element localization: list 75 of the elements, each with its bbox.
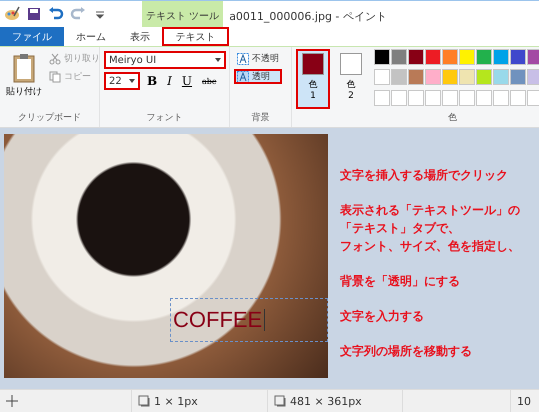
empty-palette-swatch[interactable] bbox=[493, 90, 509, 106]
palette-swatch[interactable] bbox=[527, 49, 539, 65]
move-icon bbox=[6, 395, 18, 407]
selection-icon bbox=[138, 395, 150, 407]
palette-swatch[interactable] bbox=[510, 69, 526, 86]
annotation-text: 「テキスト」タブで、 bbox=[340, 220, 460, 237]
palette-swatch[interactable] bbox=[459, 69, 475, 86]
caret-icon bbox=[215, 58, 221, 62]
selection-icon bbox=[274, 395, 286, 407]
palette-swatch[interactable] bbox=[493, 49, 509, 65]
undo-icon[interactable] bbox=[48, 6, 64, 22]
empty-palette-swatch[interactable] bbox=[425, 90, 441, 106]
paint-palette-icon[interactable] bbox=[4, 6, 20, 22]
palette-swatch[interactable] bbox=[493, 69, 509, 86]
caret-icon bbox=[129, 79, 135, 83]
palette-swatch[interactable] bbox=[442, 69, 458, 86]
ribbon-tab[interactable]: テキスト bbox=[162, 27, 229, 46]
context-tab-header: テキスト ツール bbox=[142, 1, 224, 27]
palette-swatch[interactable] bbox=[527, 69, 539, 86]
empty-palette-swatch[interactable] bbox=[391, 90, 407, 106]
empty-palette-swatch[interactable] bbox=[527, 90, 539, 106]
copy-icon bbox=[49, 70, 61, 82]
palette-swatch[interactable] bbox=[408, 69, 424, 86]
ribbon-tab[interactable]: ホーム bbox=[64, 27, 118, 46]
empty-palette-swatch[interactable] bbox=[476, 90, 492, 106]
empty-palette-swatch[interactable] bbox=[442, 90, 458, 106]
group-label: 背景 bbox=[250, 112, 270, 125]
selection-size-text: 1 × 1px bbox=[154, 394, 198, 408]
redo-icon[interactable] bbox=[70, 6, 86, 22]
text-style-button[interactable]: I bbox=[164, 74, 175, 88]
empty-palette-swatch[interactable] bbox=[374, 90, 390, 106]
ribbon-tab[interactable]: 表示 bbox=[118, 27, 162, 46]
palette-swatch[interactable] bbox=[459, 49, 475, 65]
palette-swatch[interactable] bbox=[374, 49, 390, 65]
clipboard-icon bbox=[13, 53, 35, 83]
annotation-text: 文字を入力する bbox=[340, 308, 424, 325]
annotation-text: フォント、サイズ、色を指定し、 bbox=[340, 238, 520, 255]
paste-button[interactable]: 貼り付け bbox=[4, 51, 44, 111]
palette-swatch[interactable] bbox=[476, 69, 492, 86]
empty-palette-swatch[interactable] bbox=[408, 90, 424, 106]
color-slot-button[interactable]: 色 2 bbox=[334, 49, 368, 109]
text-style-button[interactable]: B bbox=[144, 74, 160, 88]
palette-swatch[interactable] bbox=[391, 69, 407, 86]
text-style-button[interactable]: abc bbox=[199, 76, 220, 86]
group-label: クリップボード bbox=[17, 111, 82, 125]
text-style-button[interactable]: U bbox=[178, 74, 196, 88]
palette-swatch[interactable] bbox=[425, 49, 441, 65]
image-size-text: 481 × 361px bbox=[290, 394, 362, 408]
window-title: a0011_000006.jpg - ペイント bbox=[229, 9, 387, 25]
palette-swatch[interactable] bbox=[476, 49, 492, 65]
background-option-button[interactable]: 透明 bbox=[234, 69, 282, 84]
scissors-icon bbox=[49, 52, 61, 64]
color-slot-button[interactable]: 色 1 bbox=[296, 49, 330, 109]
group-label: フォント bbox=[146, 112, 184, 125]
empty-palette-swatch[interactable] bbox=[459, 90, 475, 106]
text-background-icon bbox=[237, 52, 249, 64]
annotation-text: 文字列の場所を移動する bbox=[340, 343, 472, 360]
save-icon[interactable] bbox=[26, 6, 42, 22]
annotation-text: 文字を挿入する場所でクリック bbox=[340, 167, 508, 184]
palette-swatch[interactable] bbox=[510, 49, 526, 65]
text-cursor bbox=[264, 309, 266, 331]
annotation-text: 表示される「テキストツール」の bbox=[340, 202, 520, 219]
zoom-text: 10 bbox=[517, 394, 531, 408]
palette-swatch[interactable] bbox=[374, 69, 390, 86]
font-family-dropdown[interactable]: Meiryo UI bbox=[104, 51, 226, 69]
annotation-text: 背景を「透明」にする bbox=[340, 273, 460, 290]
group-label: 色 bbox=[447, 112, 458, 125]
background-option-button[interactable]: 不透明 bbox=[234, 51, 282, 66]
file-menu-button[interactable]: ファイル bbox=[0, 27, 64, 46]
palette-swatch[interactable] bbox=[391, 49, 407, 65]
palette-swatch[interactable] bbox=[408, 49, 424, 65]
empty-palette-swatch[interactable] bbox=[510, 90, 526, 106]
palette-swatch[interactable] bbox=[425, 69, 441, 86]
font-size-dropdown[interactable]: 22 bbox=[104, 72, 140, 90]
palette-swatch[interactable] bbox=[442, 49, 458, 65]
